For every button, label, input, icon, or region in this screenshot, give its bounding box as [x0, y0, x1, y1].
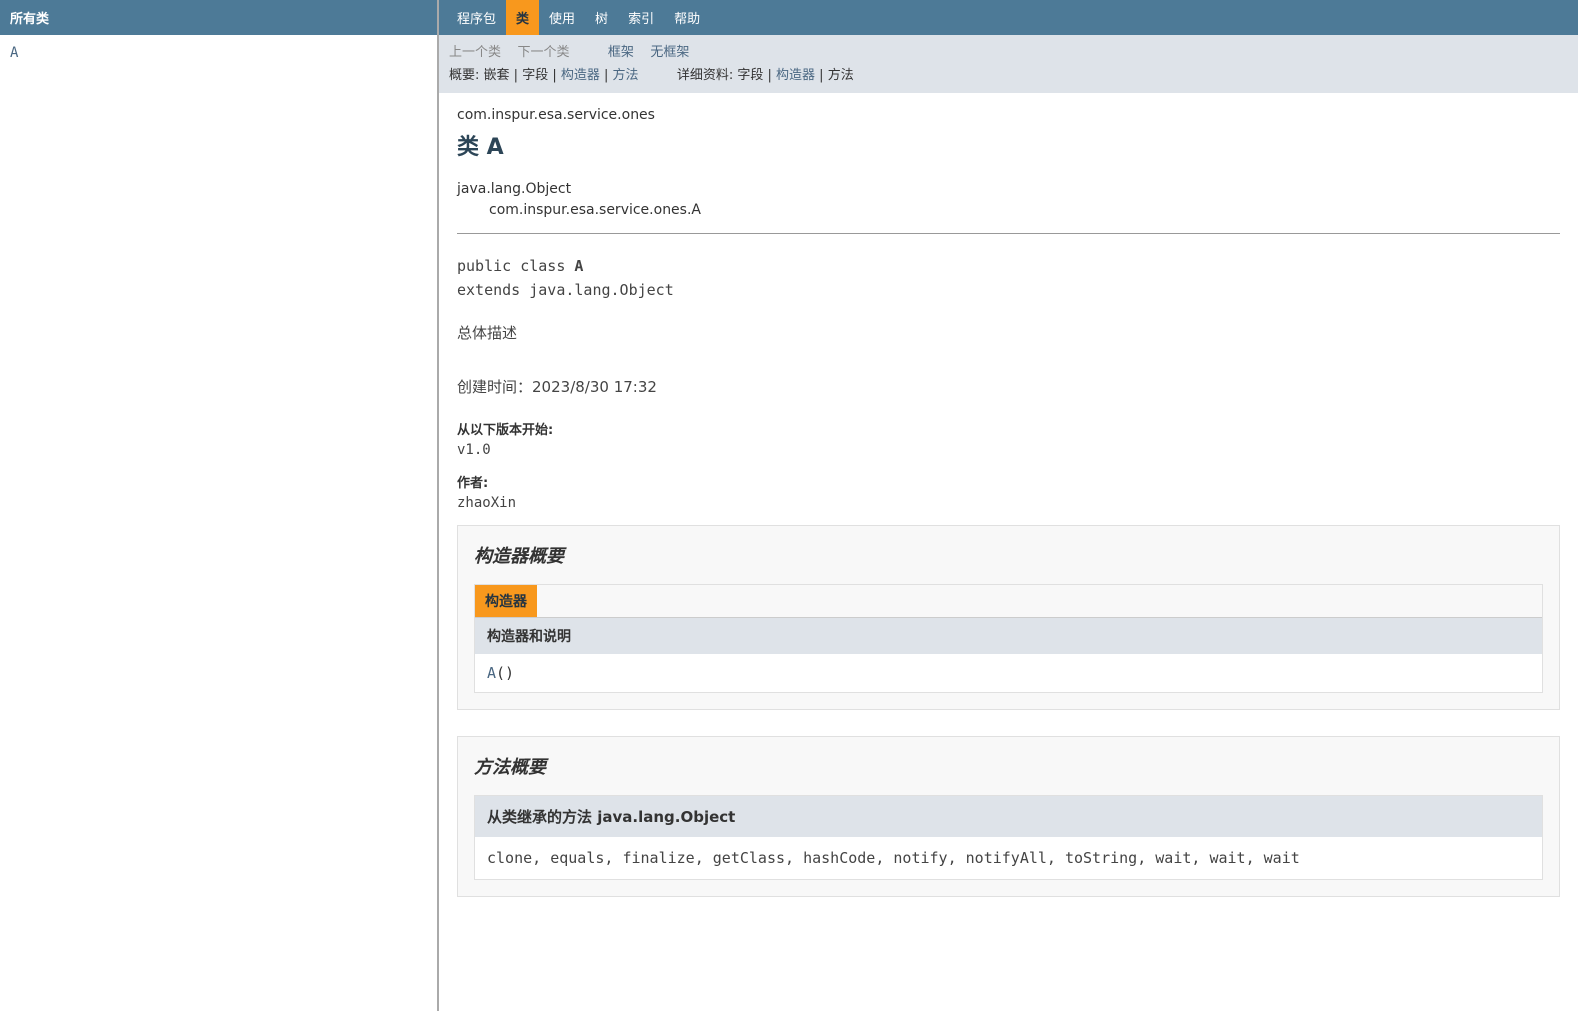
nav-class[interactable]: 类	[506, 0, 539, 35]
constructor-row: A()	[475, 654, 1542, 692]
left-content: A	[0, 35, 437, 71]
sub-nav: 上一个类 下一个类 框架 无框架 概要: 嵌套 | 字段 | 构造器 | 方法 …	[439, 35, 1578, 93]
summary-method[interactable]: 方法	[613, 68, 639, 83]
created-label: 创建时间：	[457, 378, 532, 396]
constructor-table: 构造器 构造器和说明 A()	[474, 584, 1543, 693]
nav-index[interactable]: 索引	[618, 0, 664, 35]
nav-package[interactable]: 程序包	[447, 0, 506, 35]
no-frames-link[interactable]: 无框架	[650, 45, 689, 60]
right-frame: 程序包 类 使用 树 索引 帮助 上一个类 下一个类 框架 无框架 概要: 嵌套…	[439, 0, 1578, 1011]
package-name: com.inspur.esa.service.ones	[457, 107, 1560, 123]
declaration-line-1: public class A	[457, 254, 1560, 278]
decl-name: A	[574, 257, 583, 275]
inheritance-self: com.inspur.esa.service.ones.A	[457, 200, 1560, 221]
inherited-header: 从类继承的方法 java.lang.Object	[475, 796, 1542, 837]
method-section-title: 方法概要	[474, 753, 1543, 779]
class-name: A	[487, 135, 504, 160]
left-frame: 所有类 A	[0, 0, 439, 1011]
constructor-summary-section: 构造器概要 构造器 构造器和说明 A()	[457, 525, 1560, 710]
sub-nav-row-1: 上一个类 下一个类 框架 无框架	[449, 41, 1568, 60]
prev-class: 上一个类	[449, 45, 501, 60]
description-block: 总体描述 创建时间：2023/8/30 17:32	[457, 320, 1560, 401]
overall-desc: 总体描述	[457, 320, 1560, 347]
detail-field: 字段	[737, 68, 763, 83]
author-value: zhaoXin	[457, 495, 1560, 511]
detail-method: 方法	[828, 68, 854, 83]
author-label: 作者:	[457, 472, 1560, 491]
constructor-caption: 构造器	[475, 585, 537, 617]
content: com.inspur.esa.service.ones 类 A java.lan…	[439, 93, 1578, 937]
frames-link[interactable]: 框架	[608, 45, 634, 60]
since-label: 从以下版本开始:	[457, 419, 1560, 438]
nav-use[interactable]: 使用	[539, 0, 585, 35]
nav-list: 程序包 类 使用 树 索引 帮助	[439, 0, 1578, 35]
class-prefix: 类	[457, 135, 487, 160]
inheritance-parent: java.lang.Object	[457, 179, 1560, 200]
created-value: 2023/8/30 17:32	[532, 378, 657, 396]
constructor-column-header: 构造器和说明	[475, 617, 1542, 654]
separator	[457, 233, 1560, 234]
since-value: v1.0	[457, 442, 1560, 458]
nav-help[interactable]: 帮助	[664, 0, 710, 35]
summary-nested: 嵌套	[484, 68, 510, 83]
nav-tree[interactable]: 树	[585, 0, 618, 35]
method-summary-section: 方法概要 从类继承的方法 java.lang.Object clone, equ…	[457, 736, 1560, 897]
declaration-line-2: extends java.lang.Object	[457, 278, 1560, 302]
next-class: 下一个类	[518, 45, 570, 60]
created-time: 创建时间：2023/8/30 17:32	[457, 374, 1560, 401]
constructor-section-title: 构造器概要	[474, 542, 1543, 568]
all-classes-header: 所有类	[0, 0, 437, 35]
inherited-table: 从类继承的方法 java.lang.Object clone, equals, …	[474, 795, 1543, 880]
constructor-parens: ()	[496, 664, 514, 682]
constructor-link[interactable]: A	[487, 664, 496, 682]
class-title: 类 A	[457, 129, 1560, 161]
detail-constructor[interactable]: 构造器	[776, 68, 815, 83]
inheritance-tree: java.lang.Object com.inspur.esa.service.…	[457, 179, 1560, 221]
summary-label: 概要:	[449, 68, 484, 83]
class-declaration: public class A extends java.lang.Object	[457, 254, 1560, 302]
detail-label: 详细资料:	[677, 68, 738, 83]
top-nav: 程序包 类 使用 树 索引 帮助	[439, 0, 1578, 35]
class-link-a[interactable]: A	[10, 45, 18, 61]
inherited-methods: clone, equals, finalize, getClass, hashC…	[475, 837, 1542, 879]
summary-field: 字段	[522, 68, 548, 83]
sub-nav-row-2: 概要: 嵌套 | 字段 | 构造器 | 方法 详细资料: 字段 | 构造器 | …	[449, 64, 1568, 83]
summary-constructor[interactable]: 构造器	[561, 68, 600, 83]
decl-prefix: public class	[457, 257, 574, 275]
